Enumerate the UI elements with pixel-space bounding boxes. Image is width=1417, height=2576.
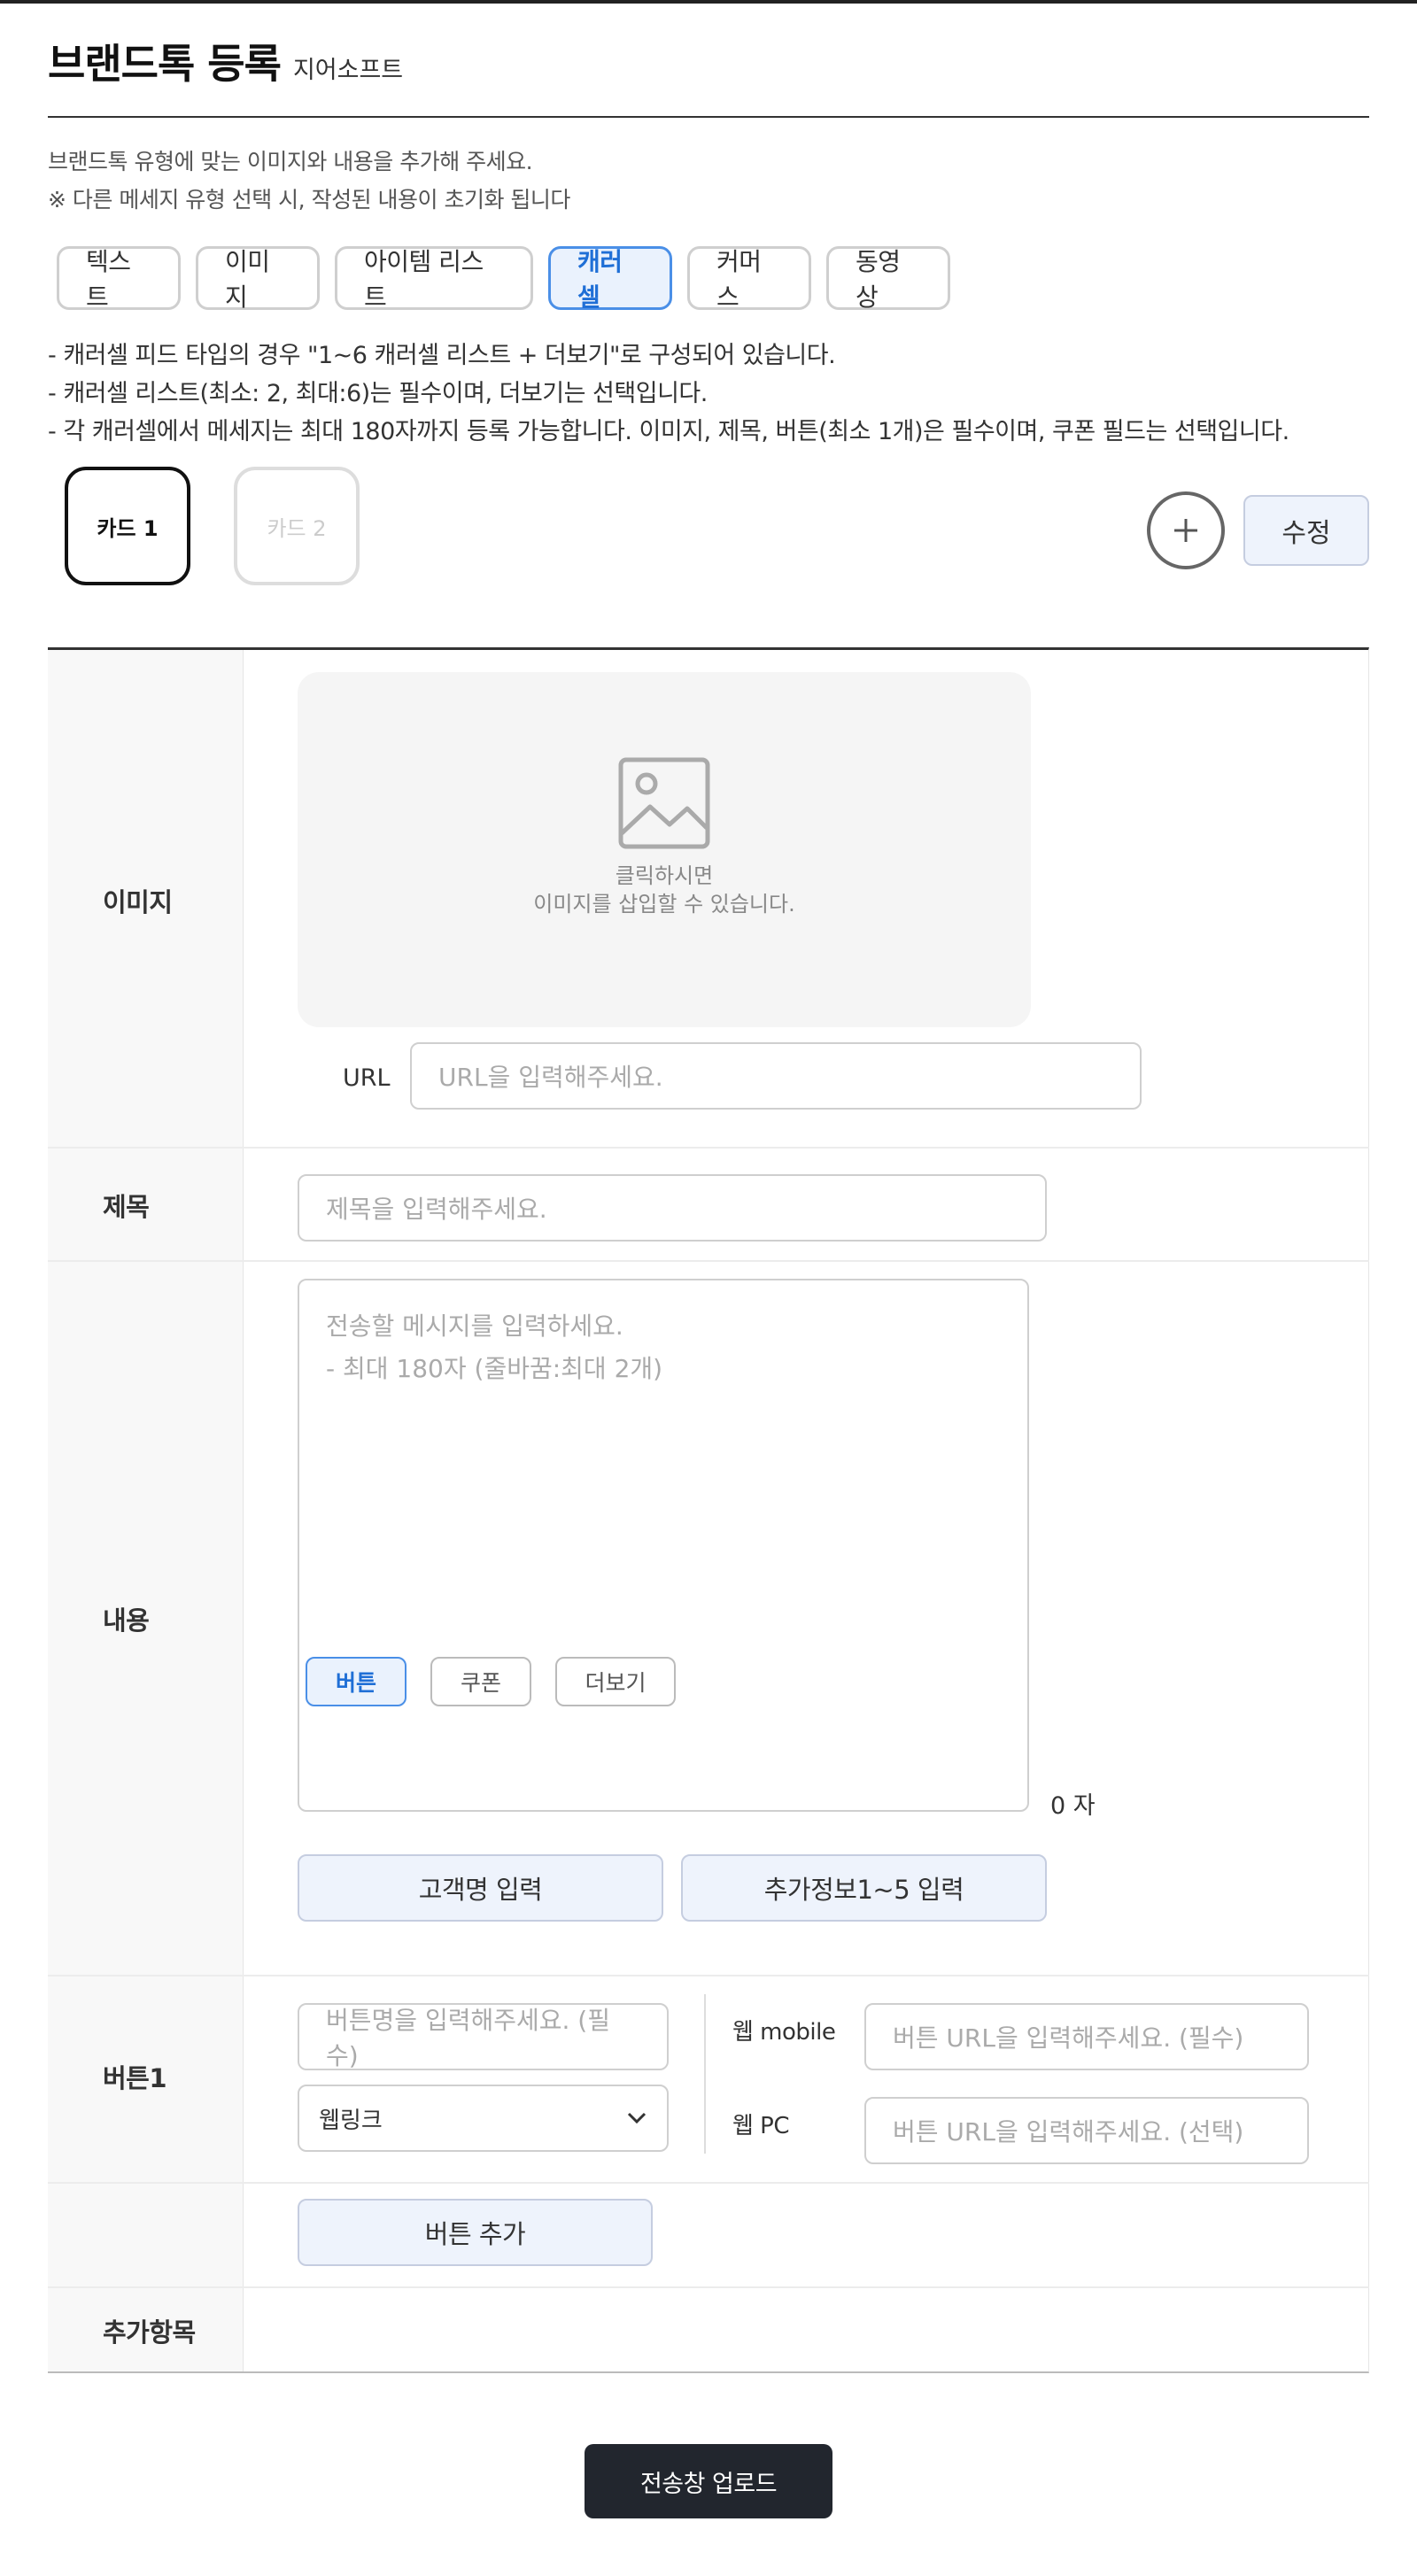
button-field-divider xyxy=(704,1994,706,2154)
image-row-label: 이미지 xyxy=(103,887,173,917)
note-line: - 각 캐러셀에서 메세지는 최대 180자까지 등록 가능합니다. 이미지, … xyxy=(48,418,1289,445)
button-name-input[interactable]: 버튼명을 입력해주세요. (필수) xyxy=(298,2003,669,2070)
row-divider xyxy=(48,2286,1369,2288)
image-placeholder-icon xyxy=(618,757,710,848)
button-type-value: 웹링크 xyxy=(319,2107,383,2134)
insert-extra-info-button[interactable]: 추가정보1~5 입력 xyxy=(681,1854,1047,1922)
row-divider xyxy=(48,2182,1369,2184)
title-input[interactable]: 제목을 입력해주세요. xyxy=(298,1174,1047,1242)
description-line-2: ※ 다른 메세지 유형 선택 시, 작성된 내용이 초기화 됩니다 xyxy=(48,187,570,213)
message-type-tabs: 텍스트 이미지 아이템 리스트 캐러셀 커머스 동영상 xyxy=(57,246,950,312)
plus-icon xyxy=(1174,519,1197,542)
content-placeholder-2: - 최대 180자 (줄바꿈:최대 2개) xyxy=(326,1354,663,1383)
button1-row-label: 버튼1 xyxy=(103,2063,167,2093)
web-pc-label: 웹 PC xyxy=(732,2113,790,2139)
extra-item-more-chip[interactable]: 더보기 xyxy=(555,1657,676,1706)
page-header: 브랜드톡 등록 지어소프트 xyxy=(48,32,403,90)
edit-button[interactable]: 수정 xyxy=(1243,495,1369,566)
card-tab-1[interactable]: 카드 1 xyxy=(65,467,190,585)
title-row-label: 제목 xyxy=(103,1192,150,1222)
image-url-input[interactable]: URL을 입력해주세요. xyxy=(410,1042,1142,1110)
tab-video[interactable]: 동영상 xyxy=(826,246,950,312)
chevron-down-icon xyxy=(627,2112,647,2124)
content-row-label: 내용 xyxy=(103,1605,150,1636)
web-pc-url-input[interactable]: 버튼 URL을 입력해주세요. (선택) xyxy=(864,2097,1309,2164)
image-upload-area[interactable]: 클릭하시면 이미지를 삽입할 수 있습니다. xyxy=(298,672,1031,1027)
extra-items-row-label: 추가항목 xyxy=(103,2317,196,2348)
image-upload-hint-2: 이미지를 삽입할 수 있습니다. xyxy=(533,891,795,917)
tab-text[interactable]: 텍스트 xyxy=(57,246,181,312)
content-textarea[interactable]: 전송할 메시지를 입력하세요. - 최대 180자 (줄바꿈:최대 2개) xyxy=(298,1279,1029,1812)
add-button-button[interactable]: 버튼 추가 xyxy=(298,2199,653,2266)
web-mobile-label: 웹 mobile xyxy=(732,2019,836,2046)
upload-button[interactable]: 전송창 업로드 xyxy=(585,2444,832,2518)
add-card-button[interactable] xyxy=(1147,491,1225,569)
insert-customer-name-button[interactable]: 고객명 입력 xyxy=(298,1854,663,1922)
carousel-card-form: 이미지 클릭하시면 이미지를 삽입할 수 있습니다. URL URL을 입력해주… xyxy=(48,647,1369,2373)
button-type-select[interactable]: 웹링크 xyxy=(298,2085,669,2152)
tab-commerce[interactable]: 커머스 xyxy=(687,246,811,312)
row-divider xyxy=(48,1147,1369,1149)
row-divider xyxy=(48,1260,1369,1262)
web-mobile-url-input[interactable]: 버튼 URL을 입력해주세요. (필수) xyxy=(864,2003,1309,2070)
note-line: - 캐러셀 리스트(최소: 2, 최대:6)는 필수이며, 더보기는 선택입니다… xyxy=(48,380,708,407)
tab-item-list[interactable]: 아이템 리스트 xyxy=(335,246,533,312)
card-tab-2[interactable]: 카드 2 xyxy=(234,467,360,585)
row-divider xyxy=(48,1975,1369,1976)
tab-image[interactable]: 이미지 xyxy=(196,246,320,312)
content-placeholder-1: 전송할 메시지를 입력하세요. xyxy=(326,1311,623,1341)
character-counter: 0 자 xyxy=(1050,1792,1096,1820)
url-label: URL xyxy=(343,1064,391,1092)
top-border xyxy=(0,0,1417,4)
tab-carousel[interactable]: 캐러셀 xyxy=(548,246,672,312)
page-title: 브랜드톡 등록 xyxy=(48,40,282,88)
header-divider xyxy=(48,116,1369,118)
extra-item-coupon-chip[interactable]: 쿠폰 xyxy=(430,1657,531,1706)
description-line-1: 브랜드톡 유형에 맞는 이미지와 내용을 추가해 주세요. xyxy=(48,149,533,174)
page-subtitle: 지어소프트 xyxy=(292,57,404,84)
image-upload-hint-1: 클릭하시면 xyxy=(615,863,714,888)
note-line: - 캐러셀 피드 타입의 경우 "1~6 캐러셀 리스트 + 더보기"로 구성되… xyxy=(48,342,836,369)
extra-item-button-chip[interactable]: 버튼 xyxy=(306,1657,407,1706)
carousel-notes: - 캐러셀 피드 타입의 경우 "1~6 캐러셀 리스트 + 더보기"로 구성되… xyxy=(48,337,1289,451)
